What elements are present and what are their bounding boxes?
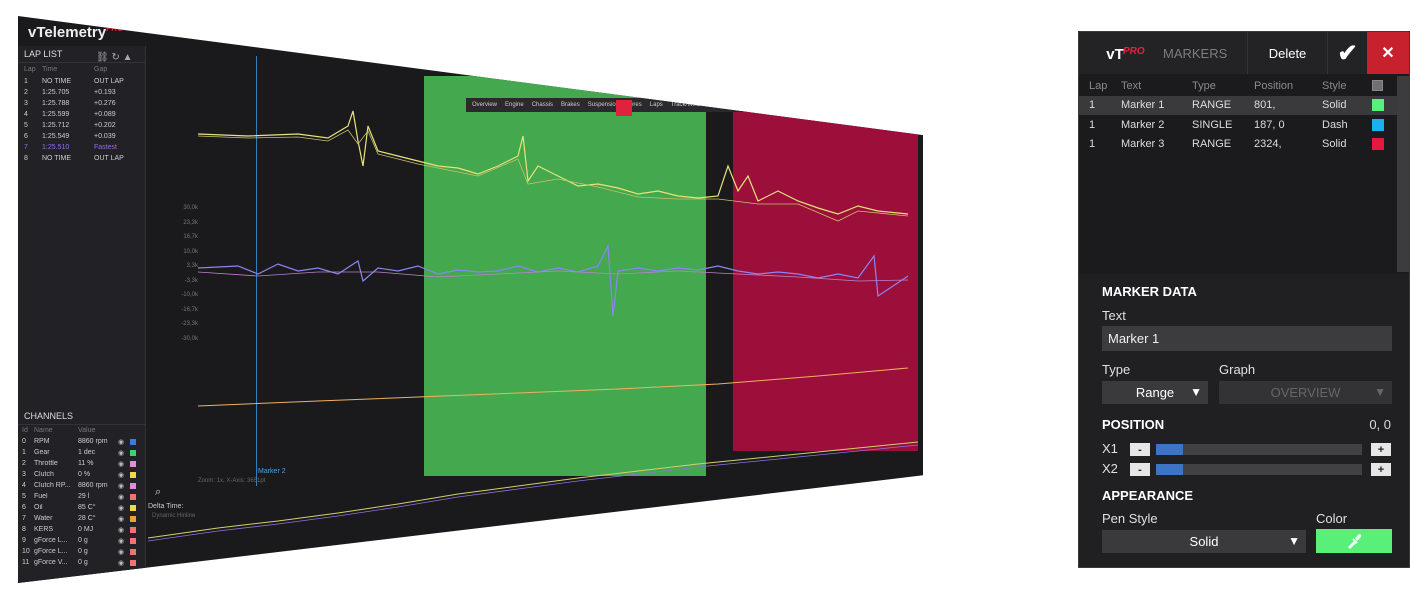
graph-dropdown[interactable]: OVERVIEW ▼ bbox=[1219, 381, 1392, 404]
delta-time-label: Delta Time: bbox=[148, 503, 184, 510]
position-value: 0, 0 bbox=[1369, 417, 1391, 432]
x2-slider-fill bbox=[1156, 464, 1183, 475]
confirm-button[interactable]: ✔ bbox=[1327, 32, 1367, 74]
telemetry-screenshot: vTelemetryPRO LAP LIST Lap Time Gap 1 NO … bbox=[18, 16, 923, 583]
speed-trace-2 bbox=[197, 129, 909, 222]
close-button[interactable]: ✕ bbox=[1367, 32, 1409, 74]
marker-color-swatch bbox=[1372, 99, 1384, 112]
marker-text-input[interactable] bbox=[1102, 326, 1392, 351]
zoom-search-icon[interactable]: ⌕ bbox=[155, 486, 161, 499]
speed-trace bbox=[197, 110, 909, 215]
markers-panel: vT PRO MARKERS Delete ✔ ✕ Lap Text Type P… bbox=[1078, 31, 1410, 568]
marker-row[interactable]: 1 Marker 3 RANGE 2324, Solid bbox=[1079, 135, 1397, 155]
appearance-title: APPEARANCE bbox=[1102, 488, 1194, 503]
eyedropper-icon bbox=[1348, 534, 1362, 549]
marker-color-swatch bbox=[1372, 138, 1384, 151]
markers-table: Lap Text Type Position Style 1 Marker 1 RA… bbox=[1079, 76, 1397, 154]
zoom-label: Zoom: 1x, X-Axis: 3651pt bbox=[198, 478, 266, 484]
panel-header: vT PRO MARKERS Delete ✔ ✕ bbox=[1079, 32, 1409, 74]
chevron-down-icon: ▼ bbox=[1190, 385, 1202, 399]
toolbar-tab[interactable]: Bodyg bbox=[718, 102, 735, 108]
vt-pro-logo: vT PRO bbox=[1106, 45, 1145, 63]
rpm-trace-2 bbox=[197, 270, 909, 282]
x2-label: X2 bbox=[1102, 461, 1118, 476]
close-icon: ✕ bbox=[1381, 45, 1395, 62]
x1-decrement-button[interactable]: - bbox=[1130, 443, 1150, 456]
pen-style-dropdown[interactable]: Solid ▼ bbox=[1102, 530, 1306, 553]
markers-table-header: Lap Text Type Position Style bbox=[1079, 76, 1397, 96]
color-picker-button[interactable] bbox=[1316, 529, 1392, 553]
delete-button[interactable]: Delete bbox=[1247, 32, 1327, 74]
markers-scrollbar[interactable] bbox=[1397, 76, 1409, 272]
x1-slider[interactable] bbox=[1156, 444, 1362, 455]
color-header-swatch bbox=[1372, 80, 1383, 92]
x1-increment-button[interactable]: + bbox=[1371, 443, 1391, 456]
marker-color-swatch bbox=[1372, 118, 1384, 131]
x1-slider-fill bbox=[1156, 444, 1183, 455]
x2-slider[interactable] bbox=[1156, 464, 1362, 475]
rpm-trace bbox=[197, 243, 909, 317]
throttle-trace bbox=[197, 367, 909, 407]
pen-style-label: Pen Style bbox=[1102, 511, 1158, 526]
panel-title: MARKERS bbox=[1163, 45, 1228, 61]
telemetry-traces bbox=[147, 110, 919, 542]
chevron-down-icon: ▼ bbox=[1374, 385, 1386, 399]
marker-row[interactable]: 1 Marker 2 SINGLE 187, 0 Dash bbox=[1079, 115, 1397, 135]
marker-row[interactable]: 1 Marker 1 RANGE 801, Solid bbox=[1079, 95, 1397, 115]
delta-sub-label: Dynamic Hinline bbox=[152, 513, 196, 519]
text-label: Text bbox=[1102, 308, 1126, 323]
x1-label: X1 bbox=[1102, 441, 1118, 456]
chevron-down-icon: ▼ bbox=[1288, 534, 1300, 548]
x2-decrement-button[interactable]: - bbox=[1130, 463, 1150, 476]
checkmark-icon: ✔ bbox=[1337, 39, 1358, 67]
position-title: POSITION bbox=[1102, 417, 1165, 432]
color-label: Color bbox=[1316, 511, 1348, 526]
x2-increment-button[interactable]: + bbox=[1371, 463, 1391, 476]
type-label: Type bbox=[1102, 362, 1131, 377]
type-dropdown[interactable]: Range ▼ bbox=[1102, 381, 1208, 404]
marker-data-section: MARKER DATA Text Type Graph Range ▼ OVER… bbox=[1079, 274, 1409, 567]
graph-label: Graph bbox=[1219, 362, 1256, 377]
marker-data-title: MARKER DATA bbox=[1102, 284, 1197, 299]
delta-trace-2 bbox=[147, 444, 919, 542]
